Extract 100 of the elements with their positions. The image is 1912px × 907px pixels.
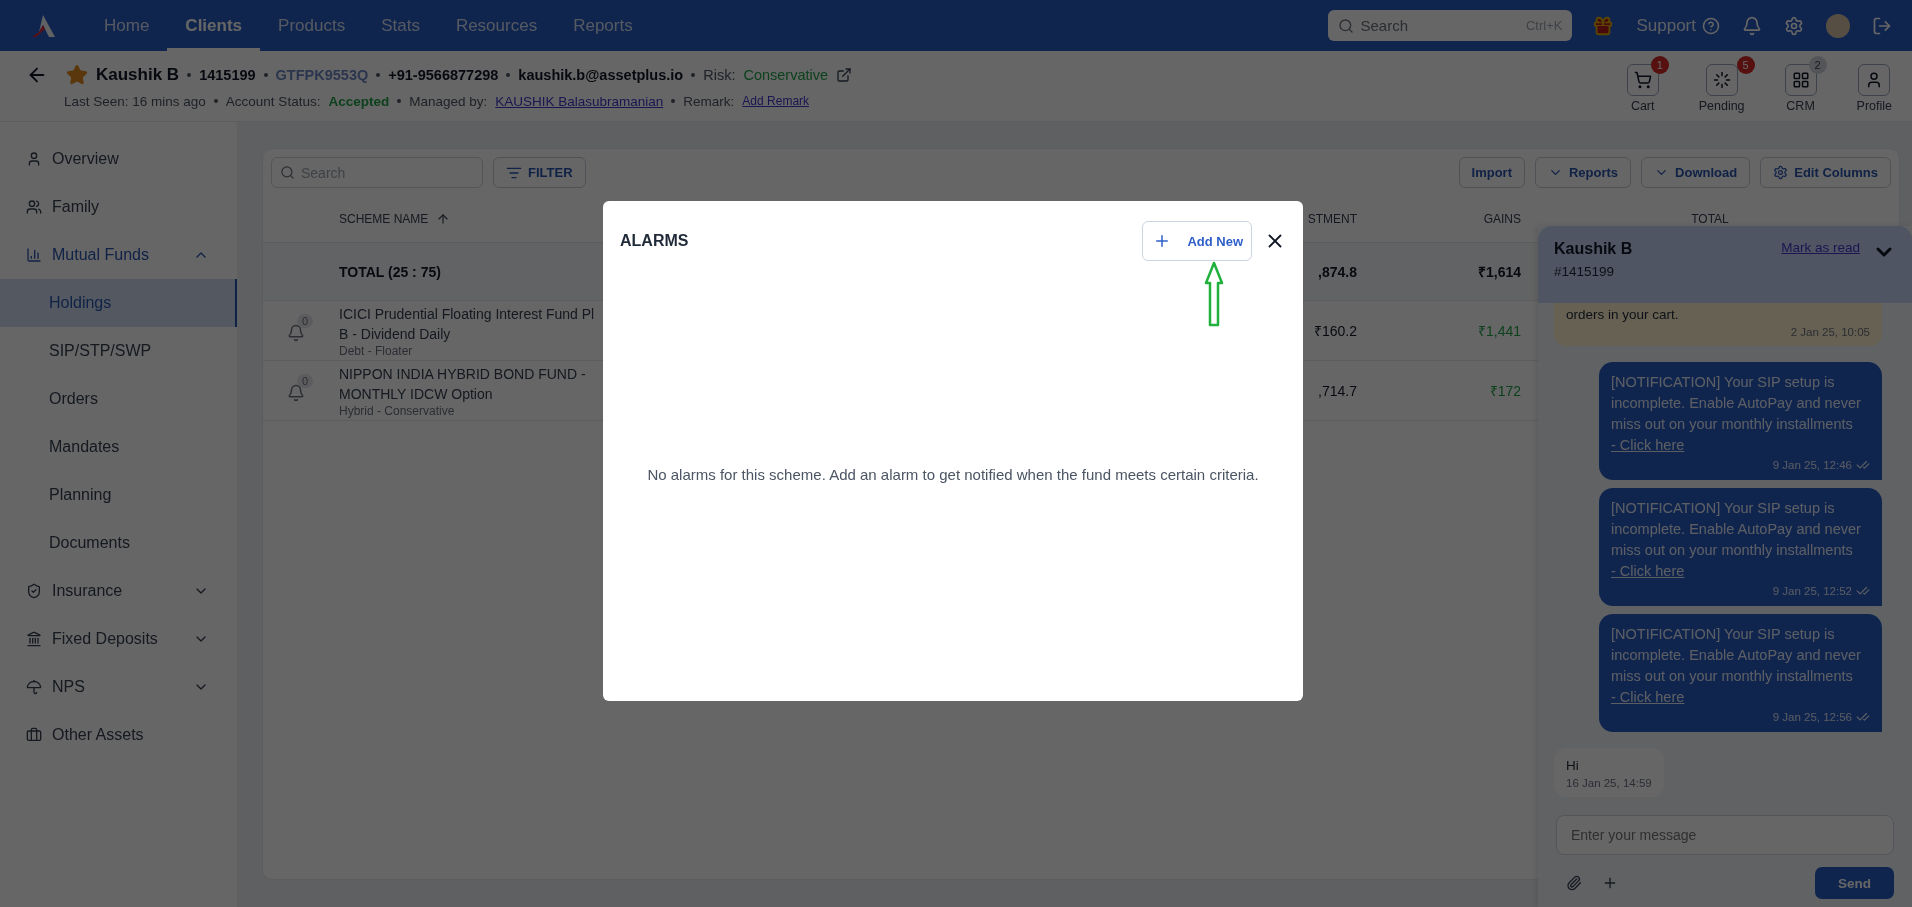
bar-chart-icon bbox=[26, 247, 42, 263]
click-here-link[interactable]: - Click here bbox=[1611, 437, 1685, 453]
sidebar-item[interactable]: NPS bbox=[0, 663, 237, 711]
sidebar-subitem[interactable]: Orders bbox=[0, 375, 237, 423]
search-icon bbox=[1338, 17, 1355, 34]
filter-button[interactable]: FILTER bbox=[493, 157, 586, 188]
separator-dot bbox=[506, 72, 511, 77]
manager-link[interactable]: KAUSHIK Balasubramanian bbox=[495, 93, 664, 109]
count-badge: 1 bbox=[1650, 55, 1669, 74]
add-new-button[interactable]: Add New bbox=[1142, 221, 1252, 261]
sidebar-subitem[interactable]: Holdings bbox=[0, 279, 237, 327]
scheme-category: Hybrid - Conservative bbox=[339, 403, 456, 418]
bell-icon[interactable] bbox=[287, 383, 305, 402]
table-cell-text: ₹1,614 bbox=[1476, 263, 1521, 281]
umbrella-icon bbox=[26, 679, 42, 695]
click-here-link[interactable]: - Click here bbox=[1611, 563, 1685, 579]
toolbar-button[interactable]: Reports bbox=[1535, 157, 1632, 188]
sidebar-subitem[interactable]: SIP/STP/SWP bbox=[0, 327, 237, 375]
logout-icon[interactable] bbox=[1872, 15, 1892, 36]
sidebar-subitem[interactable]: Documents bbox=[0, 519, 237, 567]
client-pan: GTFPK9553Q bbox=[275, 66, 369, 83]
action-label: CRM bbox=[1786, 98, 1815, 113]
briefcase-icon bbox=[26, 727, 42, 743]
nav-tab[interactable]: Home bbox=[86, 0, 168, 51]
message-time: 9 Jan 25, 12:56 bbox=[1772, 711, 1852, 723]
message-text: [NOTIFICATION] Your SIP setup is incomplete. Enable AutoPay and never miss out on your monthly installments - Click here bbox=[1611, 499, 1862, 581]
separator-dot bbox=[691, 72, 696, 77]
message-text: orders in your cart. bbox=[1566, 307, 1680, 322]
nav-tab[interactable]: Reports bbox=[555, 0, 651, 51]
chat-name: Kaushik B bbox=[1554, 240, 1633, 258]
action-label: Profile bbox=[1856, 98, 1892, 113]
plus-icon[interactable] bbox=[1602, 875, 1618, 891]
message-time: 9 Jan 25, 12:52 bbox=[1772, 585, 1852, 597]
separator-dot bbox=[263, 72, 268, 77]
column-header[interactable]: TOTAL bbox=[1521, 212, 1899, 226]
click-here-link[interactable]: - Click here bbox=[1611, 689, 1685, 705]
remark-label: Remark: bbox=[683, 93, 735, 109]
grid-icon bbox=[1791, 70, 1810, 89]
message-text: [NOTIFICATION] Your SIP setup is incomplete. Enable AutoPay and never miss out on your monthly installments - Click here bbox=[1611, 625, 1862, 707]
action-button[interactable] bbox=[1705, 63, 1738, 96]
settings-icon[interactable] bbox=[1784, 15, 1804, 36]
action-label: Cart bbox=[1630, 98, 1655, 113]
sidebar-item[interactable]: Fixed Deposits bbox=[0, 615, 237, 663]
star-icon[interactable] bbox=[66, 63, 88, 86]
client-name: Kaushik B bbox=[96, 64, 180, 85]
action-button[interactable] bbox=[1858, 63, 1891, 96]
separator-dot bbox=[187, 72, 192, 77]
sidebar-subitem[interactable]: Planning bbox=[0, 471, 237, 519]
sidebar-item[interactable]: Other Assets bbox=[0, 711, 237, 759]
avatar[interactable] bbox=[1826, 13, 1850, 38]
column-header[interactable]: GAINS bbox=[1357, 212, 1521, 226]
action-button[interactable] bbox=[1626, 63, 1659, 96]
risk-label: Risk: bbox=[703, 66, 736, 83]
send-button[interactable]: Send bbox=[1815, 867, 1894, 899]
sidebar-item[interactable]: Family bbox=[0, 183, 237, 231]
scheme-category: Debt - Floater bbox=[339, 343, 414, 358]
bank-icon bbox=[26, 631, 42, 647]
separator-dot bbox=[213, 99, 218, 103]
sidebar-item[interactable]: Overview bbox=[0, 135, 237, 183]
add-remark-link[interactable]: Add Remark bbox=[742, 94, 810, 108]
mark-read-link[interactable]: Mark as read bbox=[1781, 240, 1860, 258]
status-value: Accepted bbox=[328, 93, 390, 109]
attach-icon[interactable] bbox=[1566, 875, 1582, 891]
toolbar-button[interactable]: Download bbox=[1641, 157, 1751, 188]
sidebar-item[interactable]: Mutual Funds bbox=[0, 231, 237, 279]
shield-icon bbox=[26, 583, 42, 599]
total-label: TOTAL (25 : 75) bbox=[339, 263, 442, 280]
toolbar-button[interactable]: Edit Columns bbox=[1760, 157, 1891, 188]
chat-id: #1415199 bbox=[1554, 264, 1616, 279]
sidebar-item[interactable]: Insurance bbox=[0, 567, 237, 615]
support-link[interactable]: Support bbox=[1636, 15, 1696, 36]
message-time: 16 Jan 25, 14:59 bbox=[1566, 777, 1652, 789]
bell-icon[interactable] bbox=[287, 323, 305, 342]
last-seen: Last Seen: 16 mins ago bbox=[64, 93, 206, 109]
table-cell-text: ,874.8 bbox=[1317, 263, 1357, 280]
gift-icon[interactable] bbox=[1592, 14, 1615, 37]
dialog-title: ALARMS bbox=[620, 232, 689, 250]
separator-dot bbox=[397, 99, 402, 103]
help-icon[interactable] bbox=[1702, 16, 1720, 35]
person-icon bbox=[26, 151, 42, 167]
action-button[interactable] bbox=[1784, 63, 1817, 96]
column-header[interactable]: SCHEME NAME bbox=[339, 212, 909, 226]
search-placeholder: Search bbox=[1360, 17, 1408, 34]
bell-icon[interactable] bbox=[1742, 15, 1762, 36]
client-id: 1415199 bbox=[199, 66, 256, 83]
manager-label: Managed by: bbox=[409, 93, 488, 109]
message-text: Hi bbox=[1566, 758, 1580, 773]
client-email: kaushik.b@assetplus.io bbox=[518, 66, 684, 83]
gear-icon bbox=[1773, 165, 1789, 180]
cart-icon bbox=[1633, 70, 1652, 89]
nav-tab[interactable]: Stats bbox=[363, 0, 438, 51]
risk-value: Conservative bbox=[743, 66, 829, 83]
toolbar-button[interactable]: Import bbox=[1458, 157, 1525, 188]
nav-tab[interactable]: Products bbox=[260, 0, 364, 51]
separator-dot bbox=[671, 99, 676, 103]
count-badge: 2 bbox=[1808, 55, 1827, 74]
nav-tab[interactable]: Resources bbox=[437, 0, 556, 51]
sidebar-subitem[interactable]: Mandates bbox=[0, 423, 237, 471]
logo-icon[interactable] bbox=[30, 13, 56, 38]
external-link-icon[interactable] bbox=[836, 66, 853, 83]
